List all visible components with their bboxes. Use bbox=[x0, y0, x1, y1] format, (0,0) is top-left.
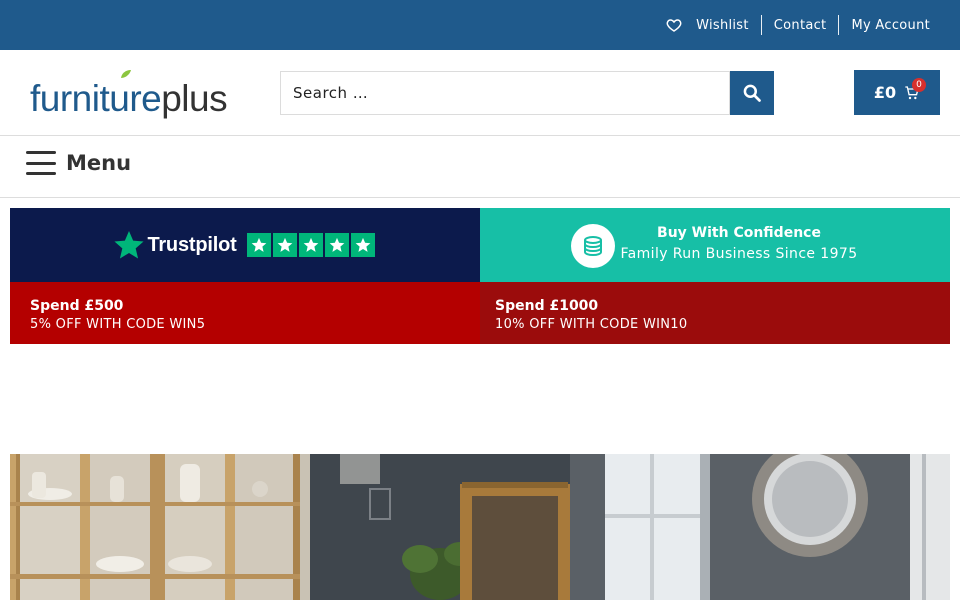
offer-spend-500[interactable]: Spend £500 5% OFF WITH CODE WIN5 bbox=[10, 282, 480, 344]
menu-toggle-button[interactable]: Menu bbox=[26, 151, 131, 175]
hamburger-icon bbox=[26, 151, 56, 175]
star-icon bbox=[114, 231, 144, 259]
star-icon bbox=[251, 237, 266, 252]
offer-title: Spend £500 bbox=[30, 298, 124, 314]
cart-amount: £0 bbox=[873, 83, 897, 102]
trustpilot-label: Trustpilot bbox=[147, 233, 237, 256]
offer-spend-1000[interactable]: Spend £1000 10% OFF WITH CODE WIN10 bbox=[480, 282, 950, 344]
star-icon bbox=[303, 237, 318, 252]
logo-text-furniture: furniture bbox=[30, 78, 162, 119]
search-input[interactable] bbox=[280, 71, 730, 115]
rating-star bbox=[246, 233, 271, 257]
confidence-subtitle: Family Run Business Since 1975 bbox=[620, 246, 858, 262]
star-icon bbox=[355, 237, 370, 252]
site-logo[interactable]: furniture plus bbox=[30, 67, 228, 119]
menu-label: Menu bbox=[66, 151, 132, 175]
offer-code: 10% OFF WITH CODE WIN10 bbox=[495, 317, 688, 332]
star-icon bbox=[277, 237, 292, 252]
search-button[interactable] bbox=[730, 71, 774, 115]
rating-star bbox=[272, 233, 297, 257]
cart-button[interactable]: £0 bbox=[854, 70, 940, 115]
promo-banner: Trustpilot Buy With Confidence Family Ru… bbox=[10, 208, 950, 344]
trustpilot-rating bbox=[246, 233, 377, 257]
heart-icon bbox=[666, 19, 682, 32]
wishlist-label: Wishlist bbox=[696, 17, 749, 33]
confidence-title: Buy With Confidence bbox=[657, 225, 821, 241]
logo-text-plus: plus bbox=[161, 78, 228, 119]
cart-count-badge: 0 bbox=[912, 78, 926, 92]
divider bbox=[760, 15, 762, 35]
top-bar: Wishlist Contact My Account bbox=[0, 0, 960, 50]
rating-star bbox=[350, 233, 375, 257]
rating-star bbox=[298, 233, 323, 257]
offer-title: Spend £1000 bbox=[495, 298, 599, 314]
site-header: furnitureplus £0 bbox=[0, 50, 960, 136]
furniture-room-image bbox=[10, 454, 950, 600]
confidence-banner: Buy With Confidence Family Run Business … bbox=[480, 208, 950, 282]
divider bbox=[838, 15, 840, 35]
menu-bar: Menu bbox=[0, 136, 960, 198]
search-icon bbox=[743, 84, 761, 102]
top-links: Wishlist Contact My Account bbox=[666, 0, 930, 50]
star-icon bbox=[329, 237, 344, 252]
wishlist-link[interactable]: Wishlist bbox=[666, 17, 749, 33]
rating-star bbox=[324, 233, 349, 257]
leaf-icon bbox=[121, 70, 131, 78]
trustpilot-logo: Trustpilot bbox=[113, 229, 376, 261]
trustpilot-banner[interactable]: Trustpilot bbox=[10, 208, 480, 282]
my-account-link[interactable]: My Account bbox=[851, 18, 930, 33]
hero-image[interactable] bbox=[10, 454, 950, 600]
contact-link[interactable]: Contact bbox=[774, 18, 827, 33]
offer-code: 5% OFF WITH CODE WIN5 bbox=[30, 317, 206, 332]
